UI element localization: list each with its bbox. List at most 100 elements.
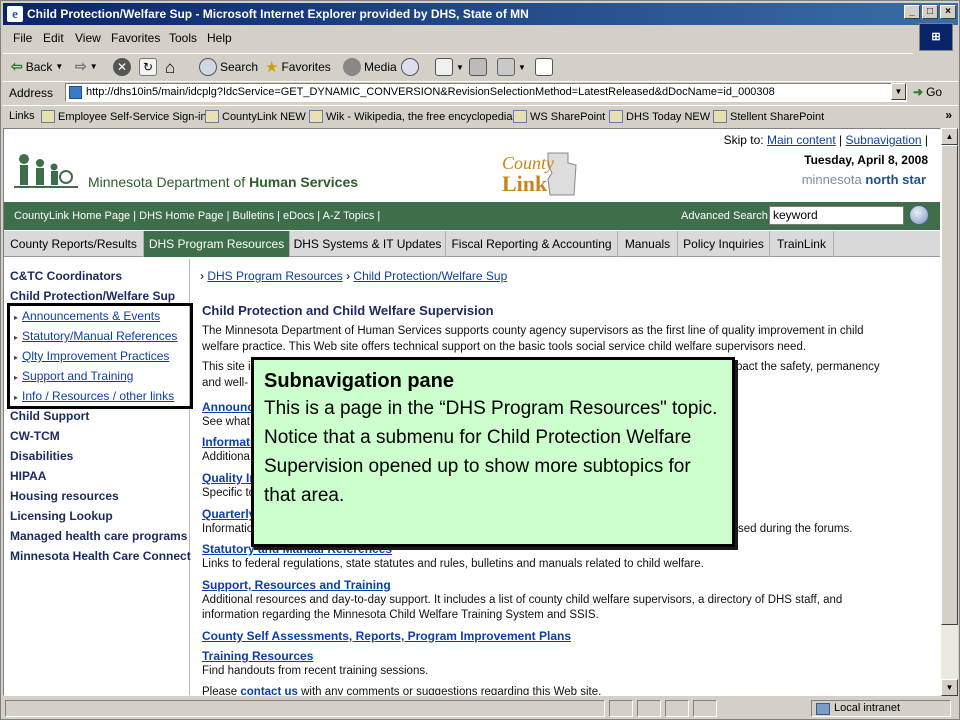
ie-page-icon <box>609 110 623 123</box>
nav-disabilities[interactable]: Disabilities <box>10 449 73 463</box>
intro-text: The Minnesota Department of Human Servic… <box>202 325 864 353</box>
nav-hipaa[interactable]: HIPAA <box>10 469 46 483</box>
nav-ctc-coordinators[interactable]: C&TC Coordinators <box>10 269 122 283</box>
link-wikipedia[interactable]: Wik - Wikipedia, the free encyclopedia <box>309 110 512 123</box>
dropdown-icon: ▼ <box>456 62 464 72</box>
links-overflow-chevron-icon[interactable]: » <box>945 108 952 122</box>
current-date: Tuesday, April 8, 2008 <box>804 153 928 167</box>
nav-child-protection[interactable]: Child Protection/Welfare Sup <box>10 289 175 303</box>
home-button[interactable]: ⌂ <box>165 58 175 78</box>
main-tabs: County Reports/Results DHS Program Resou… <box>4 231 940 257</box>
menu-favorites[interactable]: Favorites <box>111 31 160 45</box>
maximize-button[interactable]: □ <box>922 5 938 19</box>
mail-icon <box>435 58 453 76</box>
forward-button[interactable]: ⇨ ▼ <box>75 58 98 75</box>
tab-fiscal-reporting[interactable]: Fiscal Reporting & Accounting <box>446 231 618 257</box>
links-label: Links <box>9 110 35 122</box>
close-button[interactable]: × <box>940 5 956 19</box>
link-dhs-today[interactable]: DHS Today NEW <box>609 110 710 123</box>
tab-manuals[interactable]: Manuals <box>618 231 678 257</box>
dropdown-icon: ▼ <box>89 62 98 71</box>
links-bar: Links Employee Self-Service Sign-in Coun… <box>3 105 958 126</box>
dropdown-icon: ▼ <box>55 62 64 71</box>
address-input[interactable]: http://dhs10in5/main/idcplg?IdcService=G… <box>65 83 907 102</box>
tab-county-reports[interactable]: County Reports/Results <box>4 231 144 257</box>
menu-file[interactable]: File <box>13 31 32 45</box>
breadcrumb-program-resources[interactable]: DHS Program Resources <box>207 269 342 283</box>
browser-window: e Child Protection/Welfare Sup - Microso… <box>0 0 960 720</box>
status-message <box>5 700 605 717</box>
advanced-search-link[interactable]: Advanced Search <box>681 210 768 222</box>
keyword-search-input[interactable]: keyword <box>769 206 904 225</box>
ie-page-icon <box>41 110 55 123</box>
tab-policy-inquiries[interactable]: Policy Inquiries <box>678 231 770 257</box>
nav-housing[interactable]: Housing resources <box>10 489 119 503</box>
nav-child-support[interactable]: Child Support <box>10 409 89 423</box>
search-magnifier-icon[interactable] <box>909 205 929 225</box>
section-statutory-desc: Links to federal regulations, state stat… <box>202 558 704 570</box>
northstar-logo: minnesota north star <box>801 172 926 187</box>
document-icon <box>535 58 553 76</box>
stop-icon: ✕ <box>113 58 131 76</box>
status-bar: Local intranet <box>3 698 958 719</box>
scrollbar-thumb[interactable] <box>941 145 958 625</box>
section-self-assessments-link[interactable]: County Self Assessments, Reports, Progra… <box>202 629 571 643</box>
media-button[interactable]: Media <box>343 58 397 76</box>
back-button[interactable]: ⇦ Back ▼ <box>11 58 63 75</box>
link-countylink[interactable]: CountyLink NEW <box>205 110 306 123</box>
dhs-org-name: Minnesota Department of Human Services <box>88 174 359 190</box>
nav-managed-health[interactable]: Managed health care programs <box>10 529 187 543</box>
favorites-button[interactable]: ★ Favorites <box>265 58 331 76</box>
nav-cw-tcm[interactable]: CW-TCM <box>10 429 60 443</box>
go-button[interactable]: ➜ Go <box>913 85 942 99</box>
menu-edit[interactable]: Edit <box>43 31 64 45</box>
history-button[interactable] <box>401 58 419 76</box>
section-training-link[interactable]: Training Resources <box>202 649 313 663</box>
tab-trainlink[interactable]: TrainLink <box>770 231 834 257</box>
tab-dhs-program-resources[interactable]: DHS Program Resources <box>144 231 290 257</box>
menu-tools[interactable]: Tools <box>169 31 197 45</box>
skip-main-link[interactable]: Main content <box>767 133 836 147</box>
link-ws-sharepoint[interactable]: WS SharePoint <box>513 110 605 123</box>
section-support-link[interactable]: Support, Resources and Training <box>202 578 391 592</box>
subnavigation-callout: Subnavigation pane This is a page in the… <box>251 357 735 547</box>
edit-icon <box>497 58 515 76</box>
minimize-button[interactable]: _ <box>904 5 920 19</box>
address-dropdown-button[interactable]: ▼ <box>891 83 906 100</box>
back-arrow-icon: ⇦ <box>11 58 23 74</box>
security-zone: Local intranet <box>811 700 951 717</box>
favorites-star-icon: ★ <box>265 59 279 76</box>
svg-text:Link: Link <box>502 171 548 196</box>
link-employee-self-service[interactable]: Employee Self-Service Sign-in <box>41 110 207 123</box>
callout-body: This is a page in the “DHS Program Resou… <box>264 398 718 506</box>
stop-button[interactable]: ✕ <box>113 58 131 76</box>
utility-links[interactable]: CountyLink Home Page | DHS Home Page | B… <box>14 210 380 222</box>
vertical-scrollbar[interactable]: ▲ ▼ <box>941 128 958 696</box>
link-stellent-sharepoint[interactable]: Stellent SharePoint <box>713 110 824 123</box>
breadcrumb-child-protection[interactable]: Child Protection/Welfare Sup <box>353 269 507 283</box>
nav-mn-health-connect[interactable]: Minnesota Health Care Connect <box>10 549 191 563</box>
mail-button[interactable]: ▼ <box>435 58 464 76</box>
menu-view[interactable]: View <box>75 31 101 45</box>
print-button[interactable] <box>469 58 487 76</box>
history-icon <box>401 58 419 76</box>
scroll-down-arrow-icon[interactable]: ▼ <box>941 679 958 696</box>
tab-dhs-systems[interactable]: DHS Systems & IT Updates <box>290 231 446 257</box>
refresh-button[interactable]: ↻ <box>139 58 157 76</box>
nav-licensing[interactable]: Licensing Lookup <box>10 509 113 523</box>
scroll-up-arrow-icon[interactable]: ▲ <box>941 128 958 145</box>
contact-us-link[interactable]: contact us <box>240 686 298 695</box>
address-label: Address <box>9 86 54 100</box>
contact-line: Please contact us with any comments or s… <box>202 686 602 696</box>
countylink-logo: County Link <box>502 152 577 196</box>
discuss-button[interactable] <box>535 58 553 76</box>
page-icon <box>69 86 82 99</box>
edit-page-button[interactable]: ▼ <box>497 58 526 76</box>
section-quarterly-link[interactable]: Quarterly <box>202 507 255 521</box>
menu-help[interactable]: Help <box>207 31 232 45</box>
search-button[interactable]: Search <box>199 58 258 76</box>
subnav-highlight-box <box>7 303 193 409</box>
go-arrow-icon: ➜ <box>913 85 924 99</box>
home-icon: ⌂ <box>165 58 176 77</box>
skip-subnav-link[interactable]: Subnavigation <box>845 133 921 147</box>
